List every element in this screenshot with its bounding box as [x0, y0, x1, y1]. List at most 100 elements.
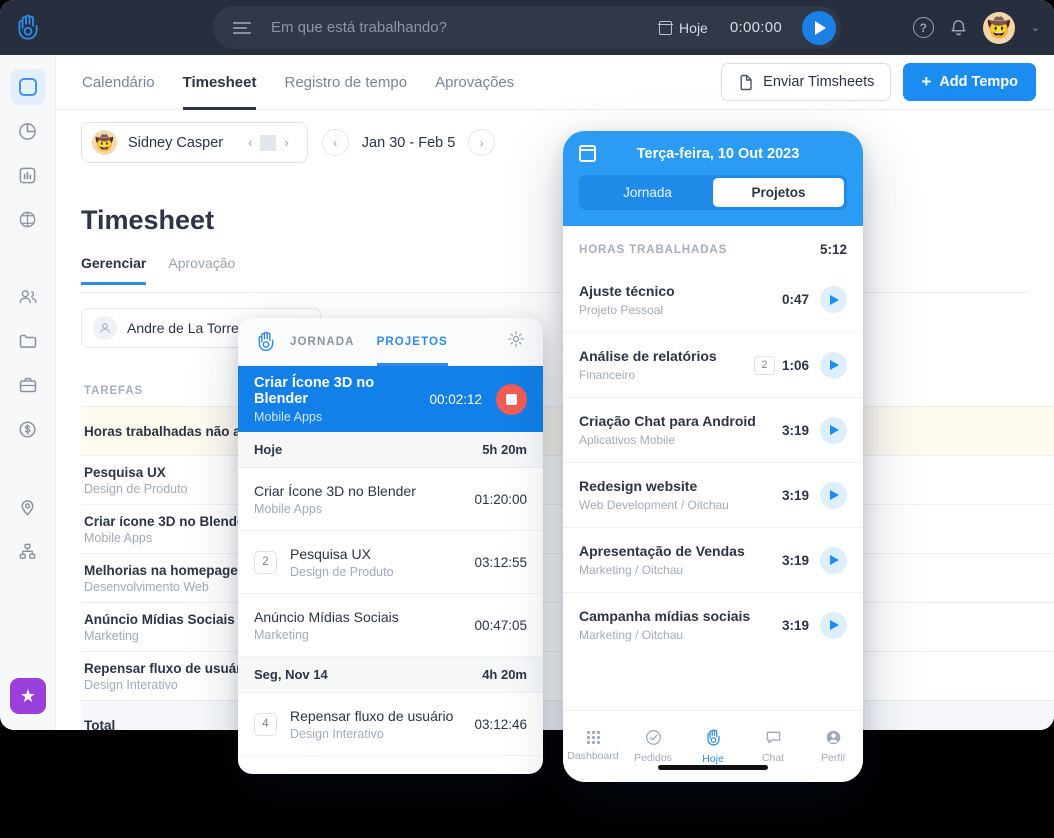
entry-time: 01:20:00 [474, 491, 527, 507]
tab-jornada[interactable]: JORNADA [290, 318, 355, 366]
list-item[interactable]: Análise de relatórios Financeiro 2 1:06 [563, 332, 863, 397]
nav-tab-list: Calendário Timesheet Registro de tempo A… [82, 55, 514, 110]
entry-project: Design de Produto [290, 564, 394, 579]
list-item[interactable]: 4 Repensar fluxo de usuário Design Inter… [238, 693, 543, 756]
hand-logo-icon [258, 331, 274, 351]
sidebar-item-locations[interactable] [10, 489, 46, 525]
segment-projetos[interactable]: Projetos [713, 178, 844, 207]
entry-project: Mobile Apps [254, 501, 323, 516]
grid-icon [586, 731, 600, 744]
tab-registro-de-tempo[interactable]: Registro de tempo [284, 55, 407, 110]
tab-projetos[interactable]: PROJETOS [376, 318, 449, 366]
person-selector[interactable]: 🤠 Sidney Casper ‹ › [81, 122, 308, 163]
nav-dashboard[interactable]: Dashboard [563, 711, 623, 782]
nav-chat-label: Chat [761, 752, 785, 764]
nav-pedidos-label: Pedidos [634, 752, 672, 764]
person-next-button[interactable]: › [276, 135, 296, 150]
favorites-star-button[interactable]: ★ [10, 678, 46, 714]
chevron-down-icon[interactable]: ⌄ [1031, 21, 1040, 34]
help-icon[interactable]: ? [912, 17, 934, 38]
entry-time: 03:12:55 [474, 554, 527, 570]
entry-time: 3:19 [781, 617, 809, 633]
calendar-icon[interactable] [579, 145, 596, 162]
sidebar-item-analytics[interactable] [10, 157, 46, 193]
hand-icon [706, 728, 720, 745]
list-item[interactable]: Anúncio Mídias Sociais Marketing 00:47:0… [238, 594, 543, 657]
start-entry-button[interactable] [820, 481, 847, 509]
start-timer-button[interactable] [802, 10, 836, 45]
sidebar-item-files[interactable] [10, 323, 46, 359]
start-entry-button[interactable] [820, 416, 847, 444]
entry-time: 3:19 [781, 487, 809, 503]
folder-icon [19, 334, 36, 348]
nav-hoje[interactable]: Hoje [683, 711, 743, 782]
list-item[interactable]: Apresentação de Vendas Marketing / Oitch… [563, 527, 863, 592]
list-item[interactable]: Ajuste técnico Projeto Pessoal 0:47 [563, 267, 863, 332]
nav-pedidos[interactable]: Pedidos [623, 711, 683, 782]
document-icon [740, 74, 752, 90]
list-item[interactable]: 2 Pesquisa UX Design de Produto 03:12:55 [238, 531, 543, 594]
sidebar-item-billing[interactable] [10, 411, 46, 447]
day-group-header: Hoje 5h 20m [238, 432, 543, 468]
nav-perfil[interactable]: Perfil [803, 711, 863, 782]
week-prev-button[interactable]: ‹ [321, 129, 349, 156]
sidebar-item-people[interactable] [10, 279, 46, 315]
notifications-bell-icon[interactable] [950, 18, 967, 37]
left-nav-rail: ★ [0, 55, 56, 730]
list-item[interactable]: Criar Ícone 3D no Blender Mobile Apps 01… [238, 468, 543, 531]
list-item[interactable]: Campanha mídias sociais Marketing / Oitc… [563, 592, 863, 657]
stop-timer-button[interactable] [496, 383, 527, 415]
running-task-name: Criar Ícone 3D no Blender [254, 374, 375, 407]
start-entry-button[interactable] [820, 546, 847, 574]
start-entry-button[interactable] [820, 286, 847, 313]
day-total: 5h 20m [482, 442, 527, 457]
entry-project: Marketing / Oitchau [579, 628, 684, 642]
start-entry-button[interactable] [820, 611, 847, 639]
send-timesheets-label: Enviar Timsheets [763, 74, 875, 90]
entry-time: 03:12:46 [474, 716, 527, 732]
start-entry-button[interactable] [820, 351, 847, 379]
running-timer-row[interactable]: Criar Ícone 3D no Blender Mobile Apps 00… [238, 366, 543, 432]
page-title: Timesheet [81, 205, 215, 235]
timesheet-content: 🤠 Sidney Casper ‹ › ‹ Jan 30 - Feb 5 › T… [56, 110, 1054, 730]
sidebar-item-org[interactable] [10, 533, 46, 569]
sub-tab-divider [81, 292, 1029, 293]
tab-aprovacoes[interactable]: Aprovações [435, 55, 514, 110]
segmented-control: Jornada Projetos [579, 175, 847, 210]
entry-info: Criar Ícone 3D no Blender Mobile Apps [254, 483, 474, 516]
tab-timesheet[interactable]: Timesheet [182, 55, 256, 110]
today-selector[interactable]: Hoje [658, 20, 708, 36]
brain-icon [19, 211, 36, 227]
entry-count-badge: 4 [254, 712, 277, 736]
day-label: Hoje [254, 442, 283, 457]
omnibar[interactable]: Hoje 0:00:00 [213, 6, 841, 49]
settings-gear-icon[interactable] [507, 330, 525, 353]
person-prev-button[interactable]: ‹ [240, 135, 260, 150]
running-time: 00:02:12 [429, 391, 482, 407]
play-icon [815, 20, 826, 35]
send-timesheets-button[interactable]: Enviar Timsheets [721, 63, 892, 101]
list-item[interactable]: Criação Chat para Android Aplicativos Mo… [563, 397, 863, 462]
check-circle-icon [645, 730, 661, 745]
sidebar-item-dashboard[interactable] [9, 69, 46, 105]
tab-aprovacao[interactable]: Aprovação [168, 255, 235, 285]
week-next-button[interactable]: › [468, 129, 496, 156]
menu-icon[interactable] [233, 21, 251, 34]
sidebar-item-projects[interactable] [10, 367, 46, 403]
tab-calendario[interactable]: Calendário [82, 55, 155, 110]
person-icon [826, 730, 840, 745]
avatar[interactable]: 🤠 [982, 11, 1015, 44]
nav-chat[interactable]: Chat [743, 711, 803, 782]
sidebar-item-insights[interactable] [10, 201, 46, 237]
day-total: 4h 20m [482, 667, 527, 682]
sidebar-item-reports[interactable] [10, 113, 46, 149]
add-time-button[interactable]: + Add Tempo [903, 63, 1036, 101]
search-input[interactable] [271, 19, 660, 36]
list-item[interactable]: Redesign website Web Development / Oitch… [563, 462, 863, 527]
play-icon [830, 555, 839, 565]
tab-gerenciar[interactable]: Gerenciar [81, 255, 147, 285]
app-logo[interactable] [0, 0, 56, 55]
screenshot-root: Hoje 0:00:00 ? 🤠 ⌄ [0, 0, 1054, 838]
segment-jornada[interactable]: Jornada [582, 178, 713, 207]
week-navigator: ‹ Jan 30 - Feb 5 › [321, 129, 496, 156]
